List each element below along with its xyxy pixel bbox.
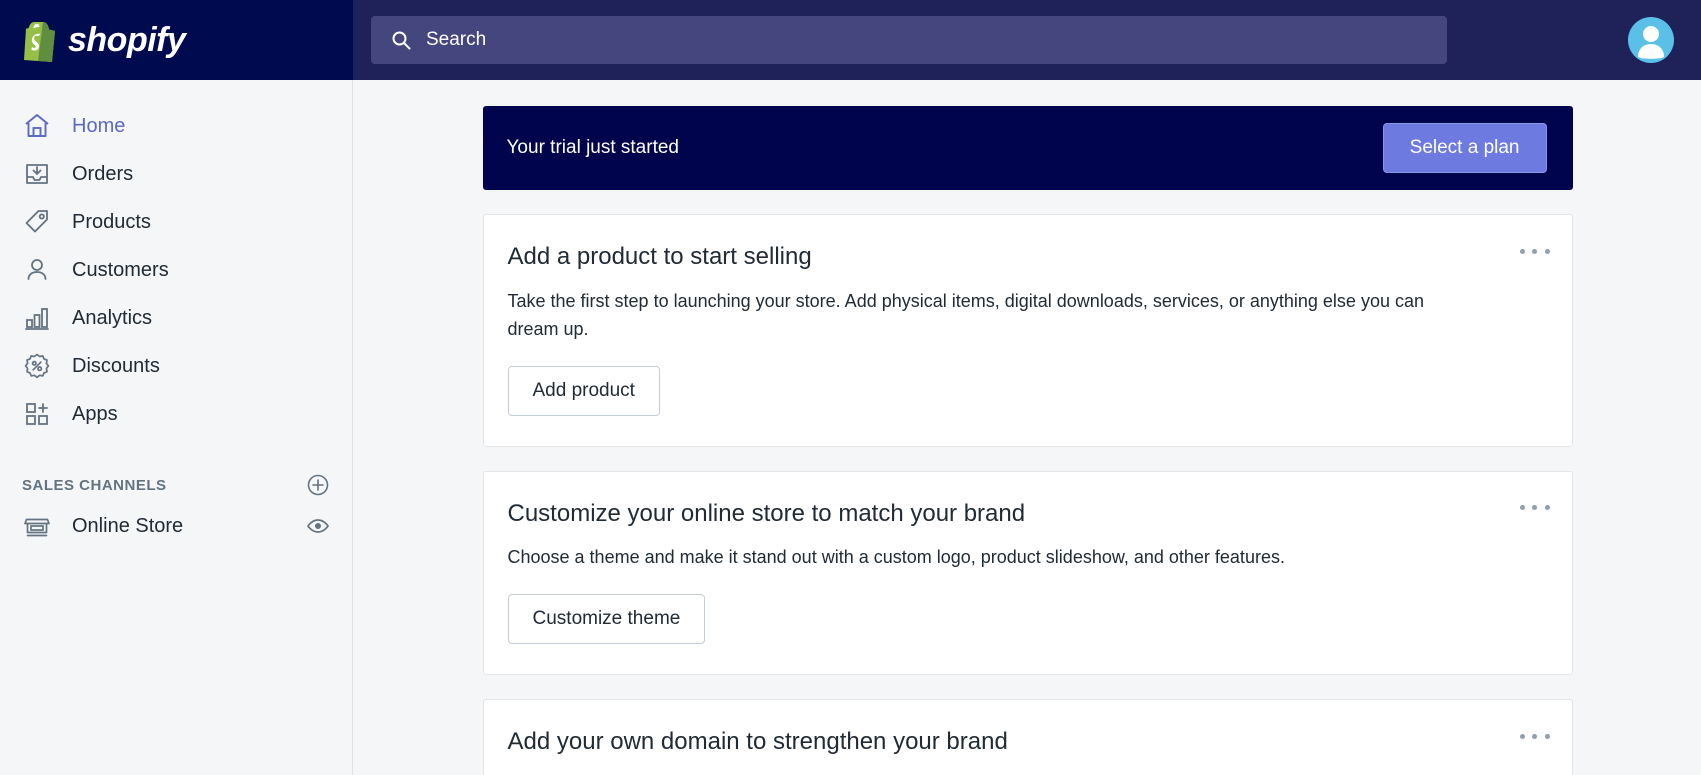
user-avatar-icon[interactable] <box>1628 17 1674 63</box>
search-box[interactable] <box>371 16 1447 64</box>
setup-card-add-product: Add a product to start selling Take the … <box>482 214 1573 447</box>
card-title: Add a product to start selling <box>507 243 812 270</box>
setup-card-customize-store: Customize your online store to match you… <box>482 470 1573 676</box>
trial-banner: Your trial just started Select a plan <box>482 106 1573 190</box>
bar-chart-icon <box>22 303 52 333</box>
add-product-button[interactable]: Add product <box>507 365 660 416</box>
shopify-bag-icon <box>20 18 60 62</box>
sales-channels-header: SALES CHANNELS <box>0 438 352 502</box>
sidebar-item-label: Products <box>72 211 151 233</box>
main-content: Your trial just started Select a plan Ad… <box>354 80 1701 775</box>
shopify-admin-page: shopify Search Home Orders Products Cust… <box>0 0 1701 775</box>
customize-theme-button[interactable]: Customize theme <box>507 594 706 645</box>
account-menu[interactable] <box>1601 17 1701 63</box>
person-icon <box>22 255 52 285</box>
more-horizontal-icon[interactable] <box>1519 241 1550 261</box>
sidebar-item-label: Customers <box>72 259 169 281</box>
sidebar-item-label: Home <box>72 115 126 137</box>
sidebar-item-label: Discounts <box>72 355 160 377</box>
tag-icon <box>22 207 52 237</box>
trial-banner-text: Your trial just started <box>506 137 680 158</box>
sidebar: Home Orders Products Customers Analytics… <box>0 80 353 775</box>
card-title: Customize your online store to match you… <box>507 499 1026 527</box>
brand-name: shopify <box>68 21 186 59</box>
sidebar-item-products[interactable]: Products <box>0 198 352 246</box>
sidebar-item-discounts[interactable]: Discounts <box>0 342 352 390</box>
plus-circle-icon[interactable] <box>306 473 330 497</box>
sidebar-item-customers[interactable]: Customers <box>0 246 352 294</box>
sales-channels-title: SALES CHANNELS <box>22 476 167 494</box>
orders-icon <box>22 159 52 189</box>
discount-icon <box>22 351 52 381</box>
more-horizontal-icon[interactable] <box>1519 498 1550 518</box>
card-title: Add your own domain to strengthen your b… <box>507 728 1008 756</box>
card-description: Take the first step to launching your st… <box>507 290 1425 339</box>
sidebar-item-label: Orders <box>72 163 134 185</box>
sidebar-item-home[interactable]: Home <box>0 102 352 150</box>
search-container <box>353 16 1601 64</box>
storefront-icon <box>22 511 52 541</box>
sidebar-item-orders[interactable]: Orders <box>0 150 352 198</box>
sidebar-item-apps[interactable]: Apps <box>0 390 352 438</box>
more-horizontal-icon[interactable] <box>1519 726 1550 746</box>
search-input[interactable] <box>426 29 1377 51</box>
home-icon <box>22 111 52 141</box>
sidebar-item-label: Apps <box>72 403 118 425</box>
sidebar-item-analytics[interactable]: Analytics <box>0 294 352 342</box>
top-bar: shopify <box>0 0 1701 80</box>
sidebar-item-label: Online Store <box>72 515 184 537</box>
card-description: Choose a theme and make it stand out wit… <box>507 547 1285 568</box>
brand-logo[interactable]: shopify <box>0 0 353 80</box>
select-a-plan-button[interactable]: Select a plan <box>1382 123 1547 173</box>
content-column: Your trial just started Select a plan Ad… <box>482 80 1573 775</box>
eye-icon[interactable] <box>306 516 330 536</box>
sidebar-item-online-store[interactable]: Online Store <box>0 502 352 550</box>
setup-card-add-domain: Add your own domain to strengthen your b… <box>482 699 1573 775</box>
search-icon <box>391 30 411 50</box>
apps-icon <box>22 399 52 429</box>
sidebar-item-label: Analytics <box>72 307 153 329</box>
